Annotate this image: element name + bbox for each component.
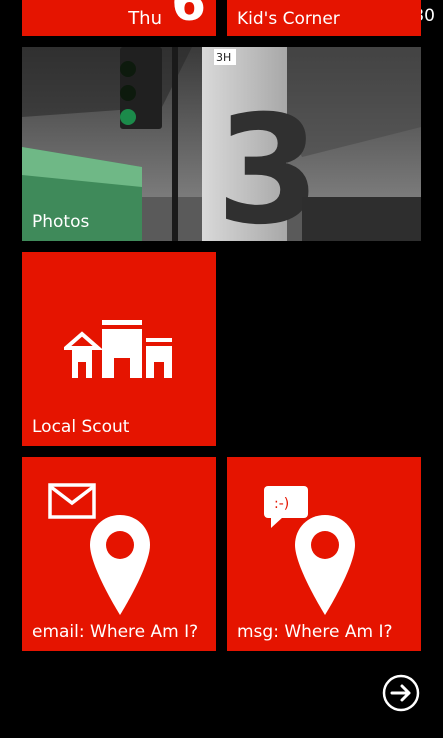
email-where-am-i-tile[interactable]: email: Where Am I? xyxy=(22,457,216,651)
envelope-icon xyxy=(48,483,96,519)
kids-corner-label: Kid's Corner xyxy=(237,9,340,29)
msg-where-am-i-tile[interactable]: :-) msg: Where Am I? xyxy=(227,457,421,651)
calendar-day-name: Thu xyxy=(128,8,162,29)
email-tile-label: email: Where Am I? xyxy=(32,622,199,642)
msg-tile-label: msg: Where Am I? xyxy=(237,622,393,642)
calendar-day-number: 6 xyxy=(171,0,206,32)
arrow-right-circle-icon[interactable] xyxy=(382,674,420,712)
photos-label: Photos xyxy=(32,212,90,232)
kids-corner-tile[interactable]: Kid's Corner xyxy=(227,0,421,36)
map-pin-icon xyxy=(90,515,150,615)
buildings-icon xyxy=(64,320,172,378)
local-scout-label: Local Scout xyxy=(32,417,130,437)
local-scout-tile[interactable]: Local Scout xyxy=(22,252,216,446)
photos-tile[interactable]: 3 3H Photos xyxy=(22,47,421,241)
calendar-tile[interactable]: Thu 6 xyxy=(22,0,216,36)
chat-bubble-text: :-) xyxy=(274,496,289,512)
map-pin-icon xyxy=(295,515,355,615)
photo-sign-label: 3H xyxy=(216,51,231,64)
